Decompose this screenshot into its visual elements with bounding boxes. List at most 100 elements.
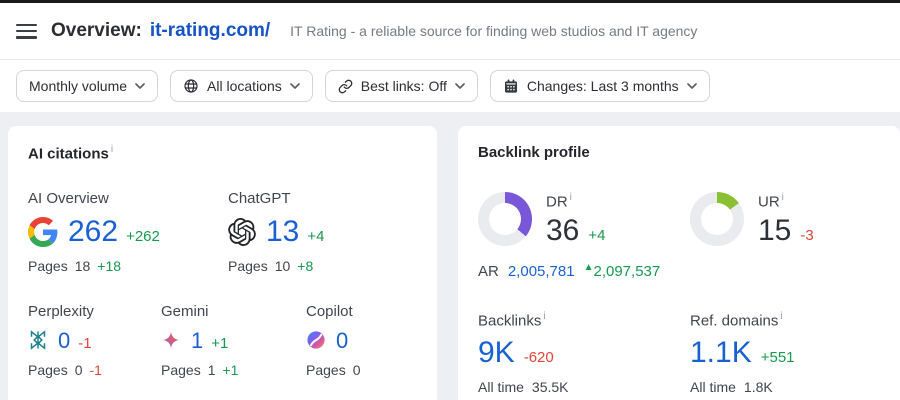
pages-label: Pages bbox=[228, 258, 268, 274]
info-icon[interactable]: i bbox=[782, 192, 784, 203]
monthly-volume-label: Monthly volume bbox=[29, 78, 127, 94]
ref-domains-label: Ref. domains bbox=[690, 312, 778, 329]
metric-value: 13 bbox=[266, 216, 299, 248]
metric-label: Gemini bbox=[161, 303, 306, 320]
ar-value[interactable]: 2,005,781 bbox=[508, 263, 575, 280]
metric-delta: +4 bbox=[307, 228, 324, 245]
metric-gemini: Gemini 1 +1 Pages 1 +1 bbox=[161, 303, 306, 378]
calendar-icon bbox=[503, 78, 519, 94]
ar-delta: ▲2,097,537 bbox=[584, 262, 661, 280]
best-links-label: Best links: Off bbox=[361, 78, 447, 94]
dr-block: DRi 36 +4 AR 2,005,781 ▲2,097,537 bbox=[478, 192, 690, 280]
pages-value: 10 bbox=[275, 258, 291, 274]
hamburger-menu-icon[interactable] bbox=[16, 24, 37, 39]
metric-label: Perplexity bbox=[28, 303, 161, 320]
up-arrow-icon: ▲ bbox=[584, 262, 594, 273]
globe-icon bbox=[183, 78, 199, 94]
dr-delta: +4 bbox=[588, 227, 605, 244]
metric-chatgpt: ChatGPT 13 +4 Pages 10 +8 bbox=[228, 190, 417, 274]
ar-line: AR 2,005,781 ▲2,097,537 bbox=[478, 262, 690, 280]
metric-value: 262 bbox=[68, 216, 118, 248]
domain-link[interactable]: it-rating.com/ bbox=[150, 20, 270, 42]
backlinks-value[interactable]: 9K bbox=[478, 337, 515, 369]
all-time-value: 1.8K bbox=[744, 379, 773, 395]
metric-delta: +262 bbox=[126, 228, 160, 245]
info-icon[interactable]: i bbox=[111, 144, 113, 155]
ur-delta: -3 bbox=[800, 227, 813, 244]
backlink-counts-row: Backlinksi 9K-620 All time35.5K Ref. dom… bbox=[478, 311, 880, 395]
copilot-icon bbox=[306, 330, 326, 350]
ai-citations-title: AI citations bbox=[28, 145, 109, 162]
ref-domains-block: Ref. domainsi 1.1K +551 All time 1.8K bbox=[690, 311, 880, 395]
pages-label: Pages bbox=[161, 362, 201, 378]
metric-label: ChatGPT bbox=[228, 190, 417, 207]
gemini-icon bbox=[161, 330, 181, 350]
info-icon[interactable]: i bbox=[543, 311, 545, 322]
backlinks-block: Backlinksi 9K -620 All time 35.5K bbox=[478, 311, 690, 395]
dr-value: 36 bbox=[546, 215, 579, 247]
pages-value: 1 bbox=[208, 362, 216, 378]
ref-domains-value[interactable]: 1.1K bbox=[690, 337, 752, 369]
pages-value: 0 bbox=[75, 362, 83, 378]
link-icon bbox=[338, 79, 353, 94]
pages-delta: +8 bbox=[297, 258, 313, 274]
metric-copilot: Copilot 0 Pages 0 bbox=[306, 303, 417, 378]
metric-value: 0 bbox=[58, 329, 70, 352]
ref-domains-delta: +551 bbox=[761, 349, 795, 366]
backlinks-delta: -620 bbox=[524, 349, 554, 366]
backlink-profile-title: Backlink profile bbox=[478, 144, 590, 161]
chevron-down-icon bbox=[290, 83, 300, 89]
ai-citations-row-1: AI Overview 262 +262 Pages 18 +18 ChatGPT 1… bbox=[28, 190, 417, 274]
page-title: Overview: bbox=[51, 20, 142, 42]
ur-label: UR bbox=[758, 193, 780, 210]
metric-delta: +1 bbox=[211, 335, 228, 352]
changes-dropdown[interactable]: Changes: Last 3 months bbox=[490, 70, 710, 102]
all-time-label: All time bbox=[690, 379, 736, 395]
ai-citations-row-2: Perplexity 0 -1 Pages 0 -1 Gemini 1 +1 Pages… bbox=[28, 303, 417, 378]
chevron-down-icon bbox=[455, 83, 465, 89]
all-time-value: 35.5K bbox=[532, 379, 569, 395]
pages-label: Pages bbox=[306, 362, 346, 378]
ur-block: URi 15 -3 bbox=[690, 192, 880, 280]
pages-delta: -1 bbox=[90, 362, 102, 378]
pages-value: 0 bbox=[353, 362, 361, 378]
metric-label: Copilot bbox=[306, 303, 417, 320]
info-icon[interactable]: i bbox=[570, 192, 572, 203]
ai-citations-card: AI citationsi AI Overview 262 +262 Pages 1… bbox=[8, 126, 437, 400]
metric-delta: -1 bbox=[78, 335, 91, 352]
all-locations-label: All locations bbox=[207, 78, 282, 94]
chatgpt-icon bbox=[228, 218, 256, 246]
metric-perplexity: Perplexity 0 -1 Pages 0 -1 bbox=[28, 303, 161, 378]
chevron-down-icon bbox=[135, 83, 145, 89]
perplexity-icon bbox=[28, 330, 48, 350]
backlink-profile-card: Backlink profile DRi 36+4 AR 2,005,781 ▲… bbox=[458, 126, 900, 400]
backlink-scores-row: DRi 36+4 AR 2,005,781 ▲2,097,537 URi 15-… bbox=[478, 192, 880, 280]
ar-label: AR bbox=[478, 263, 499, 280]
best-links-dropdown[interactable]: Best links: Off bbox=[325, 70, 478, 102]
pages-delta: +18 bbox=[97, 258, 121, 274]
metric-ai-overview: AI Overview 262 +262 Pages 18 +18 bbox=[28, 190, 228, 274]
filter-bar: Monthly volume All locations Best links:… bbox=[0, 60, 900, 112]
metric-value: 0 bbox=[336, 329, 348, 352]
all-locations-dropdown[interactable]: All locations bbox=[170, 70, 313, 102]
dr-donut-chart bbox=[478, 192, 532, 246]
pages-label: Pages bbox=[28, 362, 68, 378]
dashboard-content: AI citationsi AI Overview 262+262 Pages1… bbox=[0, 112, 900, 400]
metric-label: AI Overview bbox=[28, 190, 228, 207]
dr-label: DR bbox=[546, 193, 568, 210]
ur-donut-chart bbox=[690, 192, 744, 246]
metric-value: 1 bbox=[191, 329, 203, 352]
pages-value: 18 bbox=[75, 258, 91, 274]
google-icon bbox=[28, 217, 58, 247]
chevron-down-icon bbox=[687, 83, 697, 89]
domain-description: IT Rating - a reliable source for findin… bbox=[290, 23, 697, 39]
monthly-volume-dropdown[interactable]: Monthly volume bbox=[16, 70, 158, 102]
all-time-label: All time bbox=[478, 379, 524, 395]
top-bar: Overview: it-rating.com/ IT Rating - a r… bbox=[0, 0, 900, 60]
pages-delta: +1 bbox=[223, 362, 239, 378]
info-icon[interactable]: i bbox=[780, 311, 782, 322]
ur-value: 15 bbox=[758, 215, 791, 247]
changes-label: Changes: Last 3 months bbox=[527, 78, 679, 94]
backlinks-label: Backlinks bbox=[478, 312, 541, 329]
pages-label: Pages bbox=[28, 258, 68, 274]
